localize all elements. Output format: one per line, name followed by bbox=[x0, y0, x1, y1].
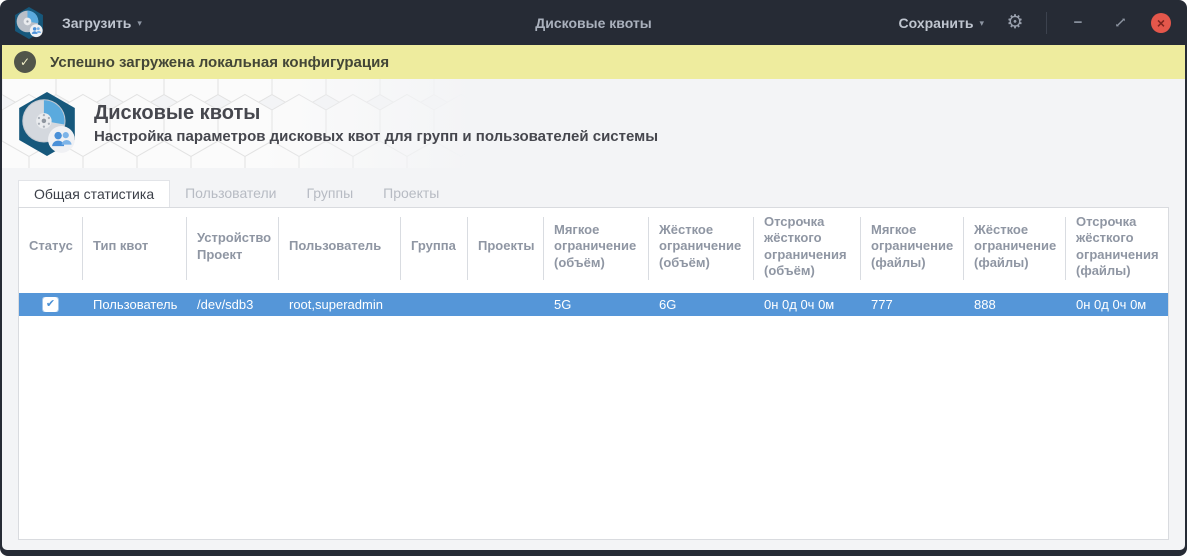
main-content: Общая статистика Пользователи Группы Проект… bbox=[2, 168, 1185, 550]
status-cell: ✔ bbox=[19, 297, 83, 312]
success-check-icon: ✓ bbox=[14, 51, 36, 73]
column-header: Пользователь bbox=[279, 208, 401, 285]
minimize-button[interactable]: − bbox=[1067, 12, 1089, 34]
settings-button[interactable]: ⚙ bbox=[1004, 12, 1026, 34]
table-cell: 6G bbox=[659, 297, 677, 312]
table-cell: 5G bbox=[554, 297, 572, 312]
column-header: Жёсткое ограничение (файлы) bbox=[964, 208, 1066, 285]
notification-bar: ✓ Успешно загружена локальная конфигурац… bbox=[2, 45, 1185, 79]
table-cell: 0н 0д 0ч 0м bbox=[764, 297, 835, 312]
table-row[interactable]: ✔ Пользователь/dev/sdb3 root,superadmin 5G 6… bbox=[19, 293, 1168, 316]
table-cell: 777 bbox=[871, 297, 893, 312]
table-cell: Пользователь bbox=[93, 297, 178, 312]
column-header: Отсрочка жёсткого ограничения (файлы) bbox=[1076, 214, 1159, 278]
column-header: Отсрочка жёсткого ограничения (объём) bbox=[754, 208, 861, 285]
column-header: Тип квот bbox=[83, 208, 187, 285]
restore-icon bbox=[1115, 18, 1125, 27]
titlebar: Дисковые квоты Загрузить ▾ Сохранить ▾ ⚙… bbox=[2, 0, 1185, 45]
app-icon bbox=[15, 6, 43, 39]
chevron-down-icon: ▾ bbox=[979, 18, 984, 28]
titlebar-divider bbox=[1046, 11, 1047, 34]
close-button[interactable]: × bbox=[1151, 12, 1171, 33]
column-header: Группа bbox=[401, 208, 468, 285]
table-header-row: Статус Тип квот Устройство Проект Пользоват… bbox=[19, 208, 1168, 285]
notification-text: Успешно загружена локальная конфигурация bbox=[50, 53, 390, 71]
gear-icon: ⚙ bbox=[1006, 12, 1024, 33]
table-cell: root,superadmin bbox=[289, 297, 383, 312]
restore-button[interactable] bbox=[1109, 12, 1131, 34]
column-header: Жёсткое ограничение (объём) bbox=[649, 208, 754, 285]
tab-item[interactable]: Пользователи bbox=[170, 180, 291, 207]
tab-item[interactable]: Общая статистика bbox=[18, 180, 171, 207]
table-body: ✔ Пользователь/dev/sdb3 root,superadmin 5G 6… bbox=[19, 285, 1168, 539]
table-cell: /dev/sdb3 bbox=[197, 297, 254, 312]
row-checkbox[interactable]: ✔ bbox=[43, 297, 58, 312]
save-menu-button[interactable]: Сохранить ▾ bbox=[899, 15, 985, 31]
page-title: Дисковые квоты bbox=[94, 102, 261, 124]
app-header: Дисковые квоты Настройка параметров диск… bbox=[2, 79, 1185, 168]
close-icon: × bbox=[1156, 14, 1166, 31]
page-subtitle: Настройка параметров дисковых квот для г… bbox=[94, 128, 659, 145]
tab-bar: Общая статистика Пользователи Группы Проект… bbox=[18, 180, 1169, 207]
app-window: Дисковые квоты Загрузить ▾ Сохранить ▾ ⚙… bbox=[0, 0, 1187, 556]
tab-item[interactable]: Проекты bbox=[368, 180, 454, 207]
column-header: Мягкое ограничение (файлы) bbox=[861, 208, 964, 285]
tab-item[interactable]: Группы bbox=[292, 180, 369, 207]
table-cell: 888 bbox=[974, 297, 996, 312]
minimize-icon: − bbox=[1073, 14, 1083, 31]
table-cell: 0н 0д 0ч 0м bbox=[1076, 297, 1147, 312]
chevron-down-icon: ▾ bbox=[137, 18, 142, 28]
save-menu-label: Сохранить bbox=[898, 14, 974, 31]
column-header: Проекты bbox=[468, 208, 544, 285]
quota-table: Статус Тип квот Устройство Проект Пользоват… bbox=[18, 207, 1169, 540]
app-logo bbox=[19, 91, 75, 156]
load-menu-label: Загрузить bbox=[62, 14, 132, 31]
column-header: Статус bbox=[19, 208, 83, 285]
check-icon: ✔ bbox=[45, 298, 56, 310]
load-menu-button[interactable]: Загрузить ▾ bbox=[62, 15, 142, 31]
column-header: Устройство Проект bbox=[187, 208, 279, 285]
column-header: Мягкое ограничение (объём) bbox=[544, 208, 649, 285]
